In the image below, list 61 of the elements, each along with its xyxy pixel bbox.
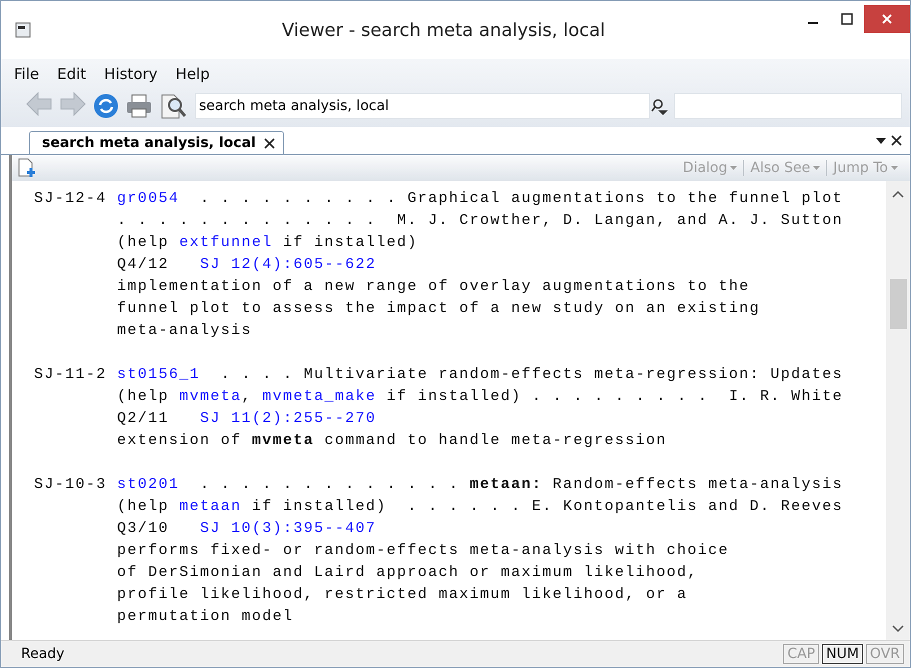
maximize-icon xyxy=(841,13,853,25)
help-link[interactable]: gr0054 xyxy=(117,190,180,207)
result-line: . . . . . . . . . . . . . M. J. Crowther, D. Langan, and A. J. Sutton xyxy=(117,211,844,231)
window-title: Viewer - search meta analysis, local xyxy=(280,20,606,40)
menu-item[interactable]: Help xyxy=(168,63,217,85)
menu-item[interactable]: File xyxy=(7,63,46,85)
result-line: performs fixed- or random-effects meta-analysis with choice xyxy=(117,541,730,561)
document-search-icon[interactable] xyxy=(159,92,187,120)
result-line: funnel plot to assess the impact of a new study on an existing xyxy=(117,299,762,319)
scrollbar-thumb[interactable] xyxy=(890,279,906,329)
result-line: meta-analysis xyxy=(117,321,253,341)
new-document-icon[interactable] xyxy=(18,158,36,178)
refresh-icon[interactable] xyxy=(93,93,119,119)
minimize-icon xyxy=(808,22,818,24)
result-line: st0156_1 . . . . Multivariate random-effects meta-regression: Updates xyxy=(117,365,844,385)
help-link[interactable]: SJ 11(2):255--270 xyxy=(200,410,376,427)
result-line: (help mvmeta, mvmeta_make if installed) . . . . . . . . . I. R. White xyxy=(117,387,844,407)
close-button[interactable] xyxy=(864,5,910,33)
status-text: Ready xyxy=(21,646,66,662)
key-indicator: CAP xyxy=(783,644,820,664)
help-link[interactable]: mvmeta xyxy=(179,388,242,405)
caret-icon xyxy=(891,166,898,170)
close-icon[interactable] xyxy=(891,135,902,146)
result-id: SJ-12-4 xyxy=(34,189,108,209)
result-line: gr0054 . . . . . . . . . . Graphical augmentations to the funnel plot xyxy=(117,189,844,209)
help-link[interactable]: mvmeta_make xyxy=(262,388,376,405)
caret-icon xyxy=(730,166,738,170)
caret-icon xyxy=(813,166,820,170)
result-line: implementation of a new range of overlay augmentations to the xyxy=(117,277,751,297)
dropdown-icon[interactable] xyxy=(876,136,886,146)
key-indicator: OVR xyxy=(866,644,904,664)
help-link[interactable]: st0201 xyxy=(117,476,180,493)
help-link[interactable]: st0156_1 xyxy=(117,366,200,383)
menu-item[interactable]: Edit xyxy=(50,63,94,85)
result-line: Q4/12 SJ 12(4):605--622 xyxy=(117,255,378,275)
key-indicator: NUM xyxy=(822,644,863,664)
search-icon[interactable] xyxy=(651,97,669,115)
result-line: (help metaan if installed) . . . . . . E. Kontopantelis and D. Reeves xyxy=(117,497,844,517)
result-line: of DerSimonian and Laird approach or maximum likelihood, xyxy=(117,563,699,583)
close-icon xyxy=(881,13,893,25)
scroll-up-icon[interactable] xyxy=(892,189,904,199)
result-line: Q2/11 SJ 11(2):255--270 xyxy=(117,409,378,429)
help-link[interactable]: SJ 12(4):605--622 xyxy=(200,256,376,273)
result-line: permutation model xyxy=(117,607,294,627)
result-id: SJ-11-2 xyxy=(34,365,108,385)
scroll-down-icon[interactable] xyxy=(892,624,904,634)
app-icon xyxy=(15,22,31,38)
menu-item[interactable]: History xyxy=(97,63,165,85)
result-line: profile likelihood, restricted maximum likelihood, or a xyxy=(117,585,688,605)
help-link[interactable]: metaan xyxy=(179,498,242,515)
result-line: Q3/10 SJ 10(3):395--407 xyxy=(117,519,378,539)
result-id: SJ-10-3 xyxy=(34,475,108,495)
document-tab[interactable]: search meta analysis, local xyxy=(29,131,284,154)
result-line: (help extfunnel if installed) xyxy=(117,233,419,253)
result-line: extension of mvmeta command to handle meta-regression xyxy=(117,431,668,451)
help-link[interactable]: extfunnel xyxy=(179,234,273,251)
help-link[interactable]: SJ 10(3):395--407 xyxy=(200,520,376,537)
printer-icon[interactable] xyxy=(125,93,153,119)
result-line: st0201 . . . . . . . . . . . . . metaan: Random-effects meta-analysis xyxy=(117,475,844,495)
close-icon[interactable] xyxy=(264,138,275,148)
address-field[interactable]: search meta analysis, local xyxy=(195,93,650,119)
